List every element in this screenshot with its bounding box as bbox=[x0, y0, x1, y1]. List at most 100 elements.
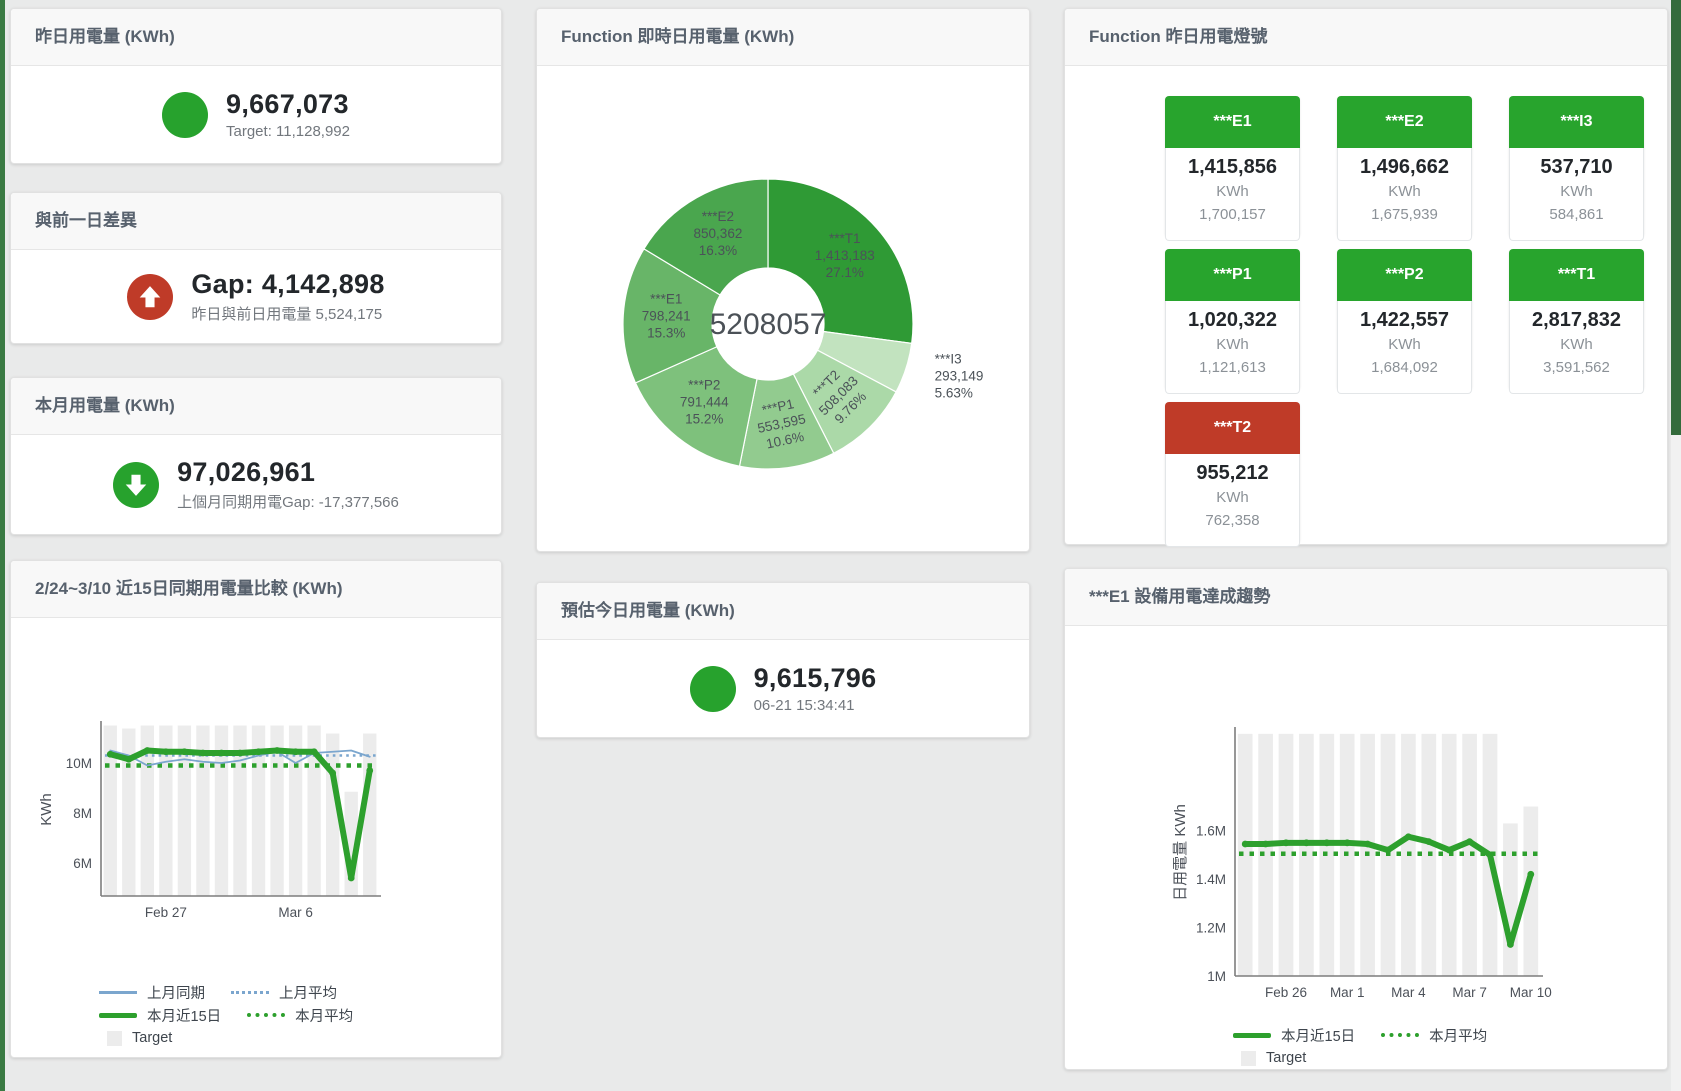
status-tile-I3: ***I3 537,710KWh584,861 bbox=[1509, 96, 1644, 237]
svg-text:Mar 7: Mar 7 bbox=[1452, 985, 1487, 1000]
svg-text:10M: 10M bbox=[66, 756, 92, 771]
status-tile-E1: ***E11,415,856KWh1,700,157 bbox=[1165, 96, 1300, 237]
card-15day-comparison-title: 2/24~3/10 近15日同期用電量比較 (KWh) bbox=[11, 561, 501, 618]
kpi-subtext: Target: 11,128,992 bbox=[226, 123, 350, 140]
tile-target: 762,358 bbox=[1166, 509, 1299, 532]
svg-text:Mar 1: Mar 1 bbox=[1330, 985, 1365, 1000]
tile-value: 537,710 bbox=[1510, 153, 1643, 181]
svg-text:日用電量 KWh: 日用電量 KWh bbox=[1172, 804, 1189, 901]
scrollbar-thumb[interactable] bbox=[1671, 0, 1681, 435]
tile-unit: KWh bbox=[1338, 334, 1471, 356]
legend-item-1-1[interactable]: 本月平均 bbox=[247, 1005, 353, 1026]
status-tile-P1: ***P1 1,020,322KWh1,121,613 bbox=[1165, 249, 1300, 390]
svg-text:1.2M: 1.2M bbox=[1196, 921, 1226, 936]
e1-trend-chart[interactable]: 1M 1.2M 1.4M 1.6M Feb 26 Mar 1 Mar 4 Mar 7 Mar 1… bbox=[1065, 626, 1667, 1011]
tile-label: ***P1 bbox=[1165, 249, 1300, 301]
legend-label: 本月近15日 bbox=[147, 1005, 221, 1026]
legend-swatch-icon bbox=[231, 991, 269, 994]
tile-value: 1,415,856 bbox=[1166, 153, 1299, 181]
tile-body: 1,496,662KWh1,675,939 bbox=[1337, 148, 1472, 241]
card-realtime-donut: Function 即時日用電量 (KWh) ***T11,413,18327.1… bbox=[536, 8, 1030, 552]
arrow-down-circle-icon bbox=[113, 462, 159, 508]
tile-target: 1,121,613 bbox=[1166, 356, 1299, 379]
card-yesterday-usage: 昨日用電量 (KWh) 9,667,073 Target: 11,128,992 bbox=[10, 8, 502, 164]
tile-target: 1,684,092 bbox=[1338, 356, 1471, 379]
arrow-up-circle-icon bbox=[127, 274, 173, 320]
card-realtime-donut-title: Function 即時日用電量 (KWh) bbox=[537, 9, 1029, 66]
legend-label: 本月近15日 bbox=[1281, 1025, 1355, 1046]
legend-swatch-icon bbox=[247, 1013, 285, 1017]
tile-target: 1,700,157 bbox=[1166, 203, 1299, 226]
card-estimate-today: 預估今日用電量 (KWh) 9,615,796 06-21 15:34:41 bbox=[536, 582, 1030, 738]
legend-label: 本月平均 bbox=[1429, 1025, 1487, 1046]
card-yesterday-usage-title: 昨日用電量 (KWh) bbox=[11, 9, 501, 66]
tile-value: 1,020,322 bbox=[1166, 306, 1299, 334]
legend-swatch-icon bbox=[99, 991, 137, 994]
e1-chart-legend: 本月近15日 本月平均 Target bbox=[1233, 1024, 1667, 1069]
tile-unit: KWh bbox=[1510, 181, 1643, 203]
card-e1-trend: ***E1 設備用電達成趨勢 1M 1.2M 1.4M 1.6M Feb 26 Mar 1… bbox=[1064, 568, 1668, 1070]
svg-text:8M: 8M bbox=[73, 806, 92, 821]
legend-label: 上月平均 bbox=[279, 982, 337, 1003]
legend-item-0-0[interactable]: 本月近15日 bbox=[1233, 1025, 1355, 1046]
tile-label: ***T1 bbox=[1509, 249, 1644, 301]
svg-text:1M: 1M bbox=[1207, 969, 1226, 984]
tile-value: 1,496,662 bbox=[1338, 153, 1471, 181]
svg-text:***I3293,1495.63%: ***I3293,1495.63% bbox=[935, 352, 984, 401]
donut-center-total: 5208057 bbox=[710, 308, 827, 341]
legend-swatch-icon bbox=[1241, 1051, 1256, 1066]
tile-body: 1,020,322KWh1,121,613 bbox=[1165, 301, 1300, 394]
svg-text:Mar 10: Mar 10 bbox=[1510, 985, 1552, 1000]
tile-body: 537,710KWh584,861 bbox=[1509, 148, 1644, 241]
tile-target: 3,591,562 bbox=[1510, 356, 1643, 379]
card-15day-comparison: 2/24~3/10 近15日同期用電量比較 (KWh) 6M 8M 10M Feb 2… bbox=[10, 560, 502, 1058]
tile-body: 955,212KWh762,358 bbox=[1165, 454, 1300, 547]
card-status-lights: Function 昨日用電燈號 ***E11,415,856KWh1,700,1… bbox=[1064, 8, 1668, 545]
legend-item-1-0[interactable]: 本月近15日 bbox=[99, 1005, 221, 1026]
tile-value: 2,817,832 bbox=[1510, 306, 1643, 334]
svg-text:Feb 27: Feb 27 bbox=[145, 905, 187, 920]
legend-item-2-0[interactable]: Target bbox=[99, 1030, 172, 1046]
svg-text:1.4M: 1.4M bbox=[1196, 872, 1226, 887]
status-tile-T2: ***T2955,212KWh762,358 bbox=[1165, 402, 1300, 543]
svg-text:1.6M: 1.6M bbox=[1196, 824, 1226, 839]
tile-target: 584,861 bbox=[1510, 203, 1643, 226]
comparison-chart-legend: 上月同期 上月平均本月近15日 本月平均 Target bbox=[99, 981, 501, 1049]
kpi-value: 9,667,073 bbox=[226, 89, 350, 120]
kpi-subtext: 06-21 15:34:41 bbox=[754, 697, 877, 714]
tile-label: ***P2 bbox=[1337, 249, 1472, 301]
status-circle-icon bbox=[162, 92, 208, 138]
card-e1-trend-title: ***E1 設備用電達成趨勢 bbox=[1065, 569, 1667, 626]
tile-label: ***E2 bbox=[1337, 96, 1472, 148]
legend-item-0-1[interactable]: 上月平均 bbox=[231, 982, 337, 1003]
kpi-value: 97,026,961 bbox=[177, 457, 399, 488]
tile-unit: KWh bbox=[1166, 334, 1299, 356]
card-prev-day-gap: 與前一日差異 Gap: 4,142,898 昨日與前日用電量 5,524,175 bbox=[10, 192, 502, 344]
page-scrollbar[interactable] bbox=[1671, 0, 1681, 1091]
status-tile-P2: ***P21,422,557KWh1,684,092 bbox=[1337, 249, 1472, 390]
legend-swatch-icon bbox=[107, 1031, 122, 1046]
comparison-trend-chart[interactable]: 6M8M10MFeb 27Mar 6KWh bbox=[11, 618, 501, 948]
tile-unit: KWh bbox=[1166, 181, 1299, 203]
svg-text:Feb 26: Feb 26 bbox=[1265, 985, 1307, 1000]
svg-text:KWh: KWh bbox=[38, 793, 55, 826]
daily-usage-donut-chart[interactable]: ***T11,413,18327.1%***I3293,1495.63%***T… bbox=[537, 66, 1029, 552]
status-tile-E2: ***E2 1,496,662KWh1,675,939 bbox=[1337, 96, 1472, 237]
legend-label: Target bbox=[1266, 1050, 1306, 1066]
tile-label: ***I3 bbox=[1509, 96, 1644, 148]
legend-label: 本月平均 bbox=[295, 1005, 353, 1026]
tile-unit: KWh bbox=[1338, 181, 1471, 203]
svg-text:6M: 6M bbox=[73, 856, 92, 871]
legend-swatch-icon bbox=[1233, 1033, 1271, 1038]
kpi-subtext: 昨日與前日用電量 5,524,175 bbox=[191, 303, 384, 324]
legend-swatch-icon bbox=[99, 1013, 137, 1018]
legend-item-0-1[interactable]: 本月平均 bbox=[1381, 1025, 1487, 1046]
status-tiles-grid: ***E11,415,856KWh1,700,157***E21,496,662… bbox=[1165, 96, 1667, 543]
card-prev-day-gap-title: 與前一日差異 bbox=[11, 193, 501, 250]
svg-text:Mar 4: Mar 4 bbox=[1391, 985, 1426, 1000]
legend-item-0-0[interactable]: 上月同期 bbox=[99, 982, 205, 1003]
tile-target: 1,675,939 bbox=[1338, 203, 1471, 226]
tile-value: 955,212 bbox=[1166, 459, 1299, 487]
legend-item-1-0[interactable]: Target bbox=[1233, 1050, 1306, 1066]
tile-body: 1,422,557KWh1,684,092 bbox=[1337, 301, 1472, 394]
